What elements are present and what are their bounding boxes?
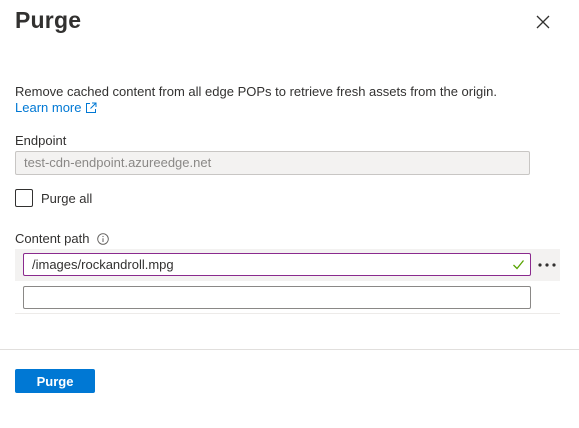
learn-more-label: Learn more [15,100,82,115]
content-path-input-2[interactable] [23,286,531,309]
endpoint-field: test-cdn-endpoint.azureedge.net [15,151,530,175]
purge-all-label: Purge all [41,190,93,206]
footer-divider [0,349,579,350]
more-options-button[interactable] [535,253,559,276]
purge-description: Remove cached content from all edge POPs… [15,84,497,99]
endpoint-label: Endpoint [15,133,67,148]
info-icon[interactable] [97,232,110,245]
purge-panel: Purge Remove cached content from all edg… [0,0,579,428]
panel-title: Purge [15,7,82,33]
purge-all-checkbox-row[interactable]: Purge all [15,189,92,207]
content-path-label: Content path [15,231,90,246]
content-path-divider [15,313,560,314]
close-button[interactable] [533,12,553,32]
learn-more-link[interactable]: Learn more [15,99,97,116]
content-path-label-row: Content path [15,230,110,247]
close-icon [536,15,550,29]
content-path-input-1[interactable] [23,253,531,276]
check-icon [513,260,525,270]
external-link-icon [86,102,97,113]
purge-button[interactable]: Purge [15,369,95,393]
more-icon [538,262,556,267]
purge-all-checkbox[interactable] [15,189,33,207]
